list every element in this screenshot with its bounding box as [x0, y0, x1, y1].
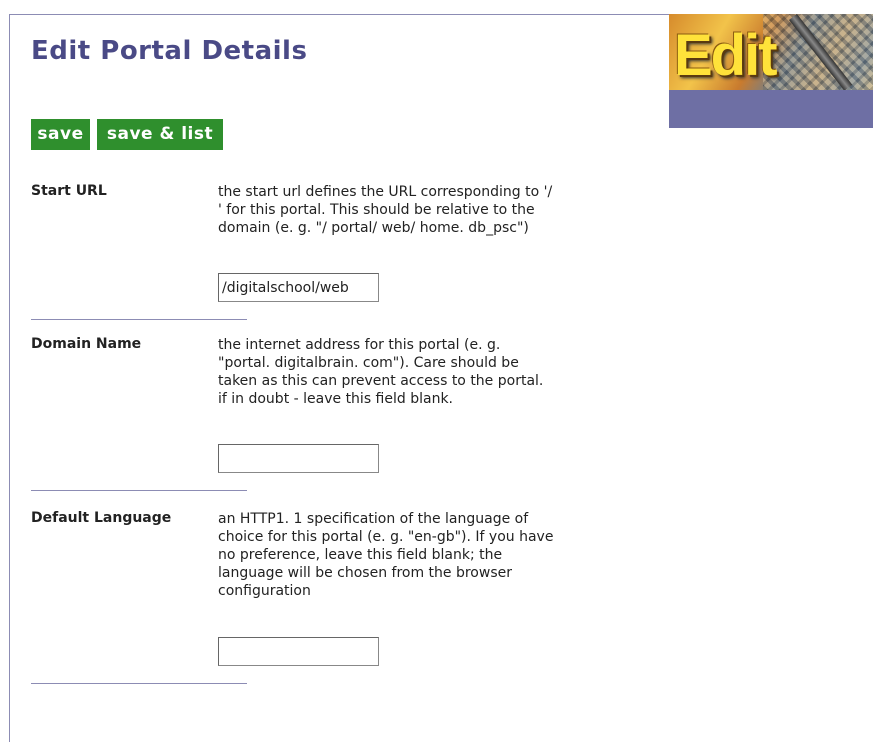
- description-line: choice for this portal (e. g. "en-gb"). …: [218, 529, 554, 545]
- save-and-list-button[interactable]: save & list: [97, 119, 223, 150]
- description-line: domain (e. g. "/ portal/ web/ home. db_p…: [218, 220, 529, 236]
- domain-name-input[interactable]: [218, 444, 379, 473]
- logo-artwork: Edit: [669, 14, 873, 91]
- default-language-description: an HTTP1. 1 specification of the languag…: [218, 510, 668, 600]
- edit-logo: Edit: [669, 14, 873, 128]
- description-line: the internet address for this portal (e.…: [218, 337, 501, 353]
- default-language-label: Default Language: [31, 510, 172, 526]
- start-url-description: the start url defines the URL correspond…: [218, 183, 668, 237]
- default-language-input[interactable]: [218, 637, 379, 666]
- description-line: if in doubt - leave this field blank.: [218, 391, 454, 407]
- save-button[interactable]: save: [31, 119, 90, 150]
- domain-name-label: Domain Name: [31, 336, 142, 352]
- logo-band: [669, 90, 873, 128]
- description-line: an HTTP1. 1 specification of the languag…: [218, 511, 529, 527]
- start-url-input[interactable]: [218, 273, 379, 302]
- description-line: no preference, leave this field blank; t…: [218, 547, 503, 563]
- logo-word: Edit: [674, 23, 778, 88]
- description-line: language will be chosen from the browser: [218, 565, 512, 581]
- divider: [31, 319, 247, 320]
- description-line: the start url defines the URL correspond…: [218, 184, 553, 200]
- domain-name-description: the internet address for this portal (e.…: [218, 336, 668, 408]
- divider: [31, 490, 247, 491]
- description-line: ' for this portal. This should be relati…: [218, 202, 535, 218]
- divider: [31, 683, 247, 684]
- description-line: configuration: [218, 583, 311, 599]
- start-url-label: Start URL: [31, 183, 107, 199]
- description-line: taken as this can prevent access to the …: [218, 373, 544, 389]
- page-title: Edit Portal Details: [31, 36, 308, 66]
- description-line: "portal. digitalbrain. com"). Care shoul…: [218, 355, 519, 371]
